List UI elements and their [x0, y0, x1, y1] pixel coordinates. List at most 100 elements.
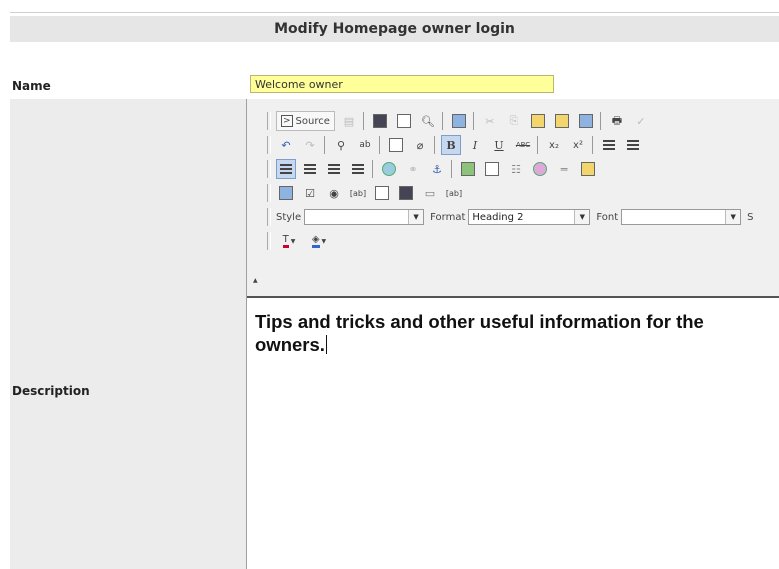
source-button[interactable]: > Source — [276, 111, 335, 131]
description-label: Description — [12, 384, 90, 398]
strikethrough-button[interactable]: ABC — [513, 135, 533, 155]
top-divider — [10, 12, 779, 13]
size-label: S — [747, 211, 754, 223]
toolbar-row-6: T ▼ ◈ ▼ — [267, 229, 334, 253]
copy-icon[interactable]: ⎘ — [504, 111, 524, 131]
toolbar-grip — [267, 208, 271, 226]
spellcheck-icon[interactable]: ✓ — [631, 111, 651, 131]
toolbar-grip — [267, 232, 271, 250]
editor-content-area[interactable]: Tips and tricks and other useful informa… — [247, 296, 779, 569]
chevron-down-icon: ▼ — [725, 210, 741, 224]
select-field-icon[interactable] — [396, 183, 416, 203]
paste-text-icon[interactable] — [552, 111, 572, 131]
font-label: Font — [596, 211, 619, 223]
anchor-icon[interactable]: ⚓︎ — [427, 159, 447, 179]
background-color-button[interactable]: ◈ ▼ — [306, 231, 332, 251]
table-icon[interactable]: ☷ — [506, 159, 526, 179]
source-button-label: Source — [295, 115, 330, 127]
align-right-icon[interactable] — [324, 159, 344, 179]
name-label: Name — [12, 79, 51, 93]
flash-icon[interactable] — [482, 159, 502, 179]
print-icon[interactable]: 🖶︎ — [607, 111, 627, 131]
toolbar-grip — [267, 184, 271, 202]
checkbox-icon[interactable]: ☑ — [300, 183, 320, 203]
toolbar-row-2: ↶ ↷ ⚲ ab ⌀ B I U ABC x₂ x² — [267, 133, 645, 157]
cut-icon[interactable]: ✂ — [480, 111, 500, 131]
source-icon: > — [281, 115, 293, 127]
separator — [599, 112, 601, 130]
select-all-icon[interactable] — [386, 135, 406, 155]
radio-icon[interactable]: ◉ — [324, 183, 344, 203]
image-button-icon[interactable]: [ab] — [444, 183, 464, 203]
align-center-icon[interactable] — [300, 159, 320, 179]
separator — [537, 136, 538, 154]
separator — [441, 112, 443, 130]
toolbar-collapse-icon[interactable]: ▲ — [253, 277, 258, 284]
form-icon[interactable] — [276, 183, 296, 203]
separator — [451, 160, 452, 178]
style-select[interactable]: ▼ — [304, 209, 425, 225]
separator — [379, 136, 380, 154]
remove-format-icon[interactable]: ⌀ — [410, 135, 430, 155]
description-label-cell — [10, 99, 246, 569]
numbered-list-icon[interactable] — [599, 135, 619, 155]
special-char-icon[interactable] — [578, 159, 598, 179]
button-field-icon[interactable]: ▭ — [420, 183, 440, 203]
editor-content-heading[interactable]: Tips and tricks and other useful informa… — [255, 310, 765, 356]
subscript-icon[interactable]: x₂ — [544, 135, 564, 155]
background-color-icon: ◈ — [311, 234, 320, 248]
text-color-button[interactable]: T ▼ — [276, 231, 302, 251]
rich-text-editor: > Source ▤ 🔍︎ ✂ ⎘ 🖶︎ ✓ ↶ ↷ ⚲ ab ⌀ B I U … — [246, 99, 779, 569]
undo-icon[interactable]: ↶ — [276, 135, 296, 155]
toolbar-row-3: ⚭ ⚓︎ ☷ ═ — [267, 157, 600, 181]
format-select[interactable]: Heading 2 ▼ — [468, 209, 591, 225]
image-icon[interactable] — [458, 159, 478, 179]
separator — [472, 112, 474, 130]
toolbar-row-5: Style ▼ Format Heading 2 ▼ Font ▼ S — [267, 205, 757, 229]
format-label: Format — [430, 211, 466, 223]
paste-icon[interactable] — [528, 111, 548, 131]
textarea-icon[interactable] — [372, 183, 392, 203]
toolbar-row-4: ☑ ◉ [ab] ▭ [ab] — [267, 181, 466, 205]
link-icon[interactable] — [379, 159, 399, 179]
text-color-icon: T — [282, 234, 289, 248]
align-left-icon[interactable] — [276, 159, 296, 179]
name-input[interactable]: Welcome owner — [250, 75, 554, 93]
toolbar-grip — [267, 112, 271, 130]
preview-icon[interactable]: 🔍︎ — [418, 111, 438, 131]
chevron-down-icon: ▼ — [408, 210, 424, 224]
toolbar-grip — [267, 160, 271, 178]
replace-icon[interactable]: ab — [355, 135, 375, 155]
save-as-icon[interactable]: ▤ — [339, 111, 359, 131]
bulleted-list-icon[interactable] — [623, 135, 643, 155]
text-cursor — [325, 335, 327, 354]
chevron-down-icon: ▼ — [574, 210, 590, 224]
separator — [362, 112, 364, 130]
toolbar-grip — [267, 136, 271, 154]
separator — [372, 160, 373, 178]
redo-icon[interactable]: ↷ — [300, 135, 320, 155]
editor-toolbar: > Source ▤ 🔍︎ ✂ ⎘ 🖶︎ ✓ ↶ ↷ ⚲ ab ⌀ B I U … — [247, 99, 779, 299]
smiley-icon[interactable] — [530, 159, 550, 179]
new-page-icon[interactable] — [394, 111, 414, 131]
justify-icon[interactable] — [348, 159, 368, 179]
separator — [324, 136, 325, 154]
unlink-icon[interactable]: ⚭ — [403, 159, 423, 179]
find-icon[interactable]: ⚲ — [331, 135, 351, 155]
separator — [592, 136, 593, 154]
font-select[interactable]: ▼ — [621, 209, 742, 225]
superscript-icon[interactable]: x² — [568, 135, 588, 155]
save-icon[interactable] — [370, 111, 390, 131]
chevron-down-icon: ▼ — [290, 237, 296, 245]
toolbar-row-1: > Source ▤ 🔍︎ ✂ ⎘ 🖶︎ ✓ — [267, 109, 653, 133]
separator — [434, 136, 435, 154]
style-label: Style — [276, 211, 302, 223]
templates-icon[interactable] — [449, 111, 469, 131]
horizontal-rule-icon[interactable]: ═ — [554, 159, 574, 179]
underline-button[interactable]: U — [489, 135, 509, 155]
page-title: Modify Homepage owner login — [10, 16, 779, 42]
paste-word-icon[interactable] — [576, 111, 596, 131]
text-field-icon[interactable]: [ab] — [348, 183, 368, 203]
bold-button[interactable]: B — [441, 135, 461, 155]
italic-button[interactable]: I — [465, 135, 485, 155]
